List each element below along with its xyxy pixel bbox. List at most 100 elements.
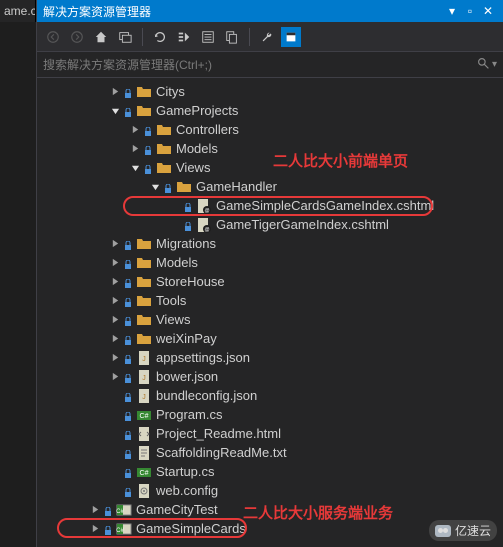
expander-collapsed-icon[interactable] — [109, 333, 121, 345]
lock-icon — [183, 201, 193, 211]
tree-item-label: GameSimpleCardsGameIndex.cshtml — [216, 198, 434, 213]
search-input[interactable] — [43, 58, 473, 72]
search-bar: ▾ — [37, 52, 503, 78]
tree-item[interactable]: Views — [37, 310, 503, 329]
tree-item[interactable]: J appsettings.json — [37, 348, 503, 367]
lock-icon — [123, 239, 133, 249]
expander-collapsed-icon[interactable] — [109, 276, 121, 288]
tree-item[interactable]: weiXinPay — [37, 329, 503, 348]
svg-text:@: @ — [204, 208, 209, 214]
home-button[interactable] — [91, 27, 111, 47]
expander-expanded-icon[interactable] — [149, 181, 161, 193]
solution-explorer-panel: 解决方案资源管理器 ▾ ▫ ✕ ▾ Citys — [36, 0, 503, 547]
lock-icon — [123, 315, 133, 325]
csharp-icon: C# — [136, 464, 152, 480]
folder-icon — [136, 293, 152, 309]
tree-item[interactable]: Migrations — [37, 234, 503, 253]
tree-item[interactable]: Tools — [37, 291, 503, 310]
cshtml-icon: @ — [196, 198, 212, 214]
panel-title: 解决方案资源管理器 — [43, 3, 443, 20]
lock-icon — [123, 372, 133, 382]
expander-collapsed-icon[interactable] — [109, 371, 121, 383]
tree-view[interactable]: Citys GameProjects Controllers Models Vi… — [37, 78, 503, 547]
lock-icon — [123, 87, 133, 97]
tree-item[interactable]: web.config — [37, 481, 503, 500]
folder-icon — [136, 331, 152, 347]
cshtml-icon: @ — [196, 217, 212, 233]
expander-collapsed-icon[interactable] — [109, 352, 121, 364]
tree-item[interactable]: StoreHouse — [37, 272, 503, 291]
tree-item[interactable]: C# Program.cs — [37, 405, 503, 424]
lock-icon — [123, 353, 133, 363]
tree-item-label: GameSimpleCards — [136, 521, 246, 536]
tree-item[interactable]: Views — [37, 158, 503, 177]
expander-collapsed-icon[interactable] — [109, 257, 121, 269]
tree-item[interactable]: GameProjects — [37, 101, 503, 120]
folder-icon — [156, 122, 172, 138]
tree-item[interactable]: @ GameSimpleCardsGameIndex.cshtml — [37, 196, 503, 215]
expander-collapsed-icon[interactable] — [109, 86, 121, 98]
tree-item[interactable]: Project_Readme.html — [37, 424, 503, 443]
tree-item-label: GameHandler — [196, 179, 277, 194]
tree-item-label: GameCityTest — [136, 502, 218, 517]
svg-text:C#: C# — [140, 470, 149, 477]
lock-icon — [123, 334, 133, 344]
tree-item-label: ScaffoldingReadMe.txt — [156, 445, 287, 460]
toolbar-separator — [142, 28, 143, 46]
tree-item[interactable]: J bower.json — [37, 367, 503, 386]
lock-icon — [123, 448, 133, 458]
expander-collapsed-icon[interactable] — [129, 124, 141, 136]
lock-icon — [123, 429, 133, 439]
expander-collapsed-icon[interactable] — [89, 523, 101, 535]
background-tab[interactable]: ame.cs — [0, 0, 36, 22]
maximize-icon[interactable]: ▫ — [461, 4, 479, 18]
refresh-button[interactable] — [150, 27, 170, 47]
tree-item-label: Project_Readme.html — [156, 426, 281, 441]
svg-text:C#: C# — [116, 509, 124, 515]
json-icon: J — [136, 369, 152, 385]
tree-item[interactable]: Models — [37, 139, 503, 158]
expander-expanded-icon[interactable] — [109, 105, 121, 117]
expander-collapsed-icon[interactable] — [109, 314, 121, 326]
expander-collapsed-icon[interactable] — [89, 504, 101, 516]
svg-text:J: J — [142, 394, 146, 401]
tree-item[interactable]: C# GameCityTest — [37, 500, 503, 519]
tree-item[interactable]: J bundleconfig.json — [37, 386, 503, 405]
sync-button[interactable] — [115, 27, 135, 47]
copy-all-button[interactable] — [222, 27, 242, 47]
lock-icon — [123, 410, 133, 420]
preview-button[interactable] — [281, 27, 301, 47]
forward-button[interactable] — [67, 27, 87, 47]
expander-expanded-icon[interactable] — [129, 162, 141, 174]
tree-item[interactable]: Controllers — [37, 120, 503, 139]
dropdown-icon[interactable]: ▾ — [443, 4, 461, 18]
collapse-button[interactable] — [174, 27, 194, 47]
html-icon — [136, 426, 152, 442]
chevron-down-icon[interactable]: ▾ — [492, 59, 497, 70]
show-all-button[interactable] — [198, 27, 218, 47]
folder-icon — [136, 255, 152, 271]
svg-text:J: J — [142, 375, 146, 382]
tree-item[interactable]: @ GameTigerGameIndex.cshtml — [37, 215, 503, 234]
svg-text:C#: C# — [140, 413, 149, 420]
folder-icon — [176, 179, 192, 195]
tree-item[interactable]: C# Startup.cs — [37, 462, 503, 481]
tree-item-label: StoreHouse — [156, 274, 225, 289]
search-icon[interactable] — [477, 57, 490, 73]
expander-collapsed-icon[interactable] — [109, 295, 121, 307]
properties-button[interactable] — [257, 27, 277, 47]
tree-item[interactable]: Models — [37, 253, 503, 272]
tree-item[interactable]: ScaffoldingReadMe.txt — [37, 443, 503, 462]
tree-item-label: Views — [176, 160, 210, 175]
close-icon[interactable]: ✕ — [479, 4, 497, 18]
tree-item-label: bundleconfig.json — [156, 388, 257, 403]
folder-icon — [136, 103, 152, 119]
title-bar[interactable]: 解决方案资源管理器 ▾ ▫ ✕ — [37, 0, 503, 22]
expander-collapsed-icon[interactable] — [129, 143, 141, 155]
tree-item[interactable]: GameHandler — [37, 177, 503, 196]
back-button[interactable] — [43, 27, 63, 47]
text-icon — [136, 445, 152, 461]
expander-collapsed-icon[interactable] — [109, 238, 121, 250]
folder-icon — [136, 312, 152, 328]
tree-item[interactable]: Citys — [37, 82, 503, 101]
